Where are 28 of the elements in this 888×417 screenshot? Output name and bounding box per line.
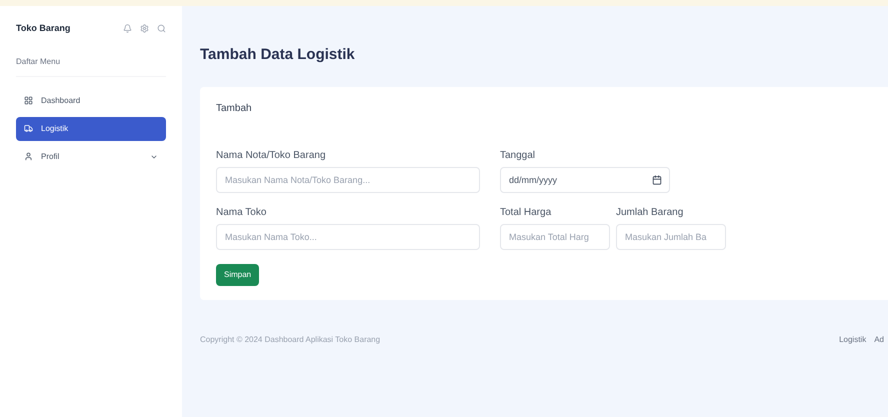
bell-icon[interactable] [123, 24, 132, 34]
field-label: Nama Nota/Toko Barang [216, 148, 327, 162]
field-label: Jumlah Barang [616, 206, 684, 220]
field-label: Nama Toko [216, 206, 268, 220]
footer-link[interactable]: Ad [874, 334, 884, 346]
card-title: Tambah [216, 102, 253, 116]
menu-icon [24, 96, 33, 105]
input-field[interactable]: Masukan Total Harg [500, 224, 610, 250]
menu-item[interactable]: Logistik [16, 116, 166, 140]
save-button[interactable]: Simpan [216, 264, 260, 286]
date-field[interactable]: dd/mm/yyyy [500, 166, 670, 192]
section-title: Daftar Menu [16, 48, 166, 76]
field-label: Tanggal [500, 148, 536, 162]
menu-item[interactable]: Dashboard [16, 88, 166, 112]
copyright-text: Copyright © 2024 Dashboard Aplikasi Toko Barang [200, 334, 380, 346]
search-icon[interactable] [157, 24, 166, 34]
footer-link[interactable]: Logistik [839, 334, 866, 346]
page-title: Tambah Data Logistik [200, 45, 356, 65]
menu-icon [24, 124, 33, 133]
brand-title: Toko Barang [16, 22, 70, 35]
input-field[interactable]: Masukan Nama Nota/Toko Barang... [216, 166, 480, 192]
calendar-icon[interactable] [652, 174, 662, 184]
menu-item[interactable]: Profil [16, 144, 166, 168]
settings-icon[interactable] [140, 24, 149, 34]
input-field[interactable]: Masukan Nama Toko... [216, 224, 480, 250]
field-label: Total Harga [500, 206, 552, 220]
menu-icon [24, 152, 33, 161]
input-field[interactable]: Masukan Jumlah Ba [616, 224, 726, 250]
